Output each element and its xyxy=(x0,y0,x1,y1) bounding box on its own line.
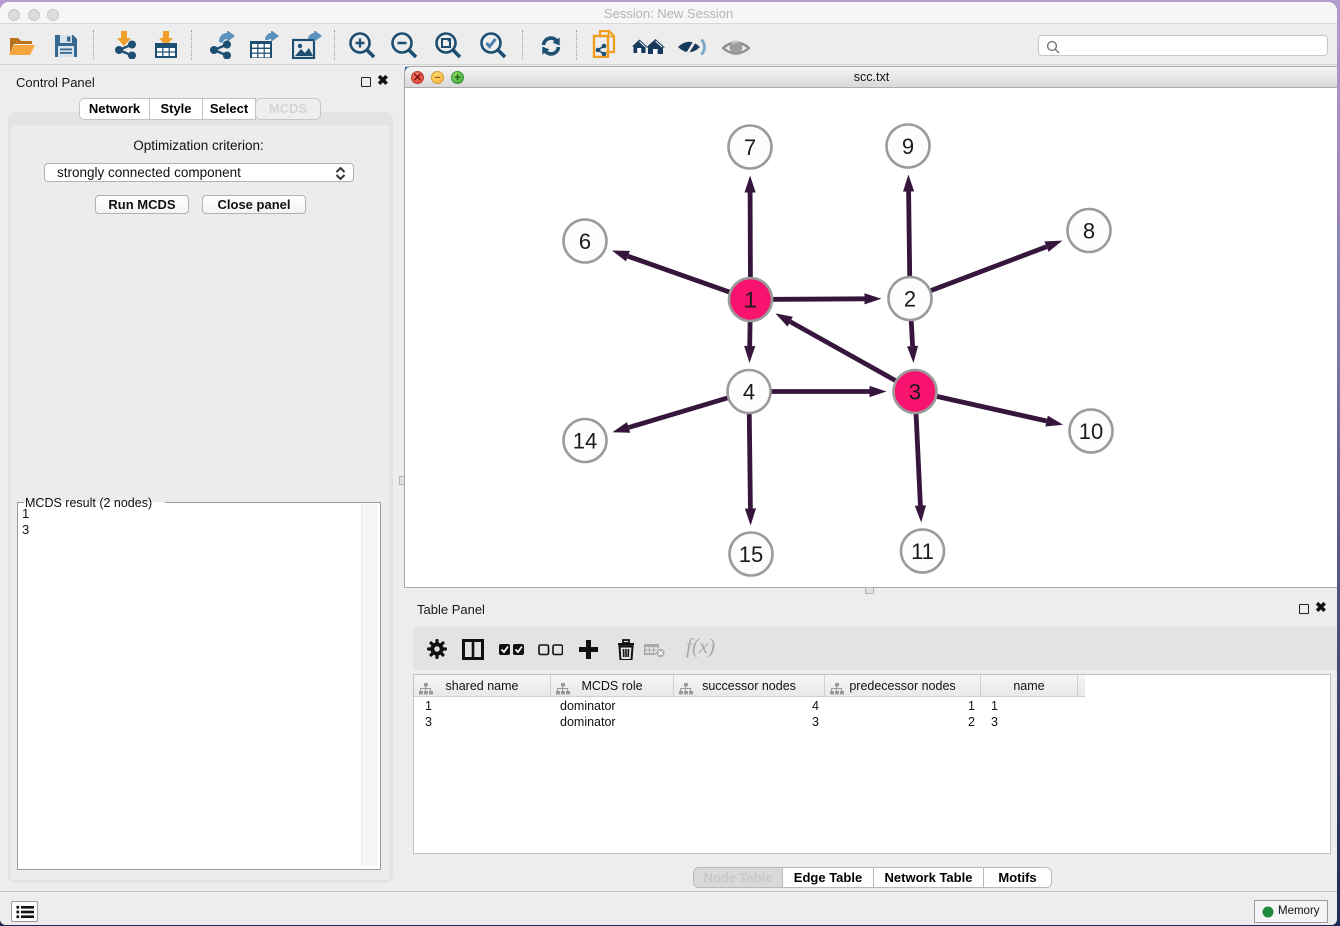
svg-text:7: 7 xyxy=(744,135,756,160)
svg-text:6: 6 xyxy=(579,229,591,254)
svg-text:10: 10 xyxy=(1079,419,1103,444)
svg-text:15: 15 xyxy=(739,542,763,567)
svg-text:14: 14 xyxy=(573,429,597,454)
svg-text:2: 2 xyxy=(904,287,916,312)
svg-text:1: 1 xyxy=(744,288,756,313)
svg-text:4: 4 xyxy=(743,380,755,405)
svg-text:11: 11 xyxy=(911,539,934,564)
svg-text:8: 8 xyxy=(1083,219,1095,244)
svg-text:3: 3 xyxy=(909,380,921,405)
svg-text:9: 9 xyxy=(902,134,914,159)
